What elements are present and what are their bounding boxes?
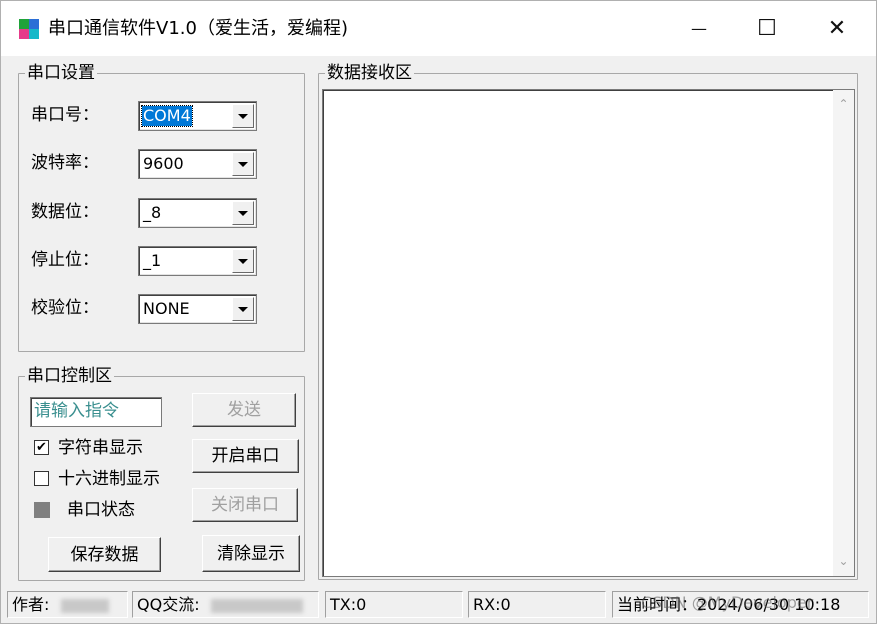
string-display-label: 字符串显示 xyxy=(58,438,143,458)
parity-value: NONE xyxy=(143,299,190,318)
chevron-down-icon[interactable] xyxy=(232,201,254,225)
status-author: 作者: xyxy=(7,591,128,618)
watermark: CSDN @MyDeveloper xyxy=(641,593,814,612)
send-button[interactable]: 发送 xyxy=(192,393,296,427)
baud-label: 波特率： xyxy=(31,153,99,173)
clear-display-button[interactable]: 清除显示 xyxy=(202,535,300,572)
chevron-down-icon[interactable] xyxy=(232,104,254,128)
stopbits-label: 停止位： xyxy=(31,250,99,270)
port-combo[interactable]: COM4 xyxy=(138,101,257,131)
string-display-checkbox[interactable]: ✔ xyxy=(34,440,49,455)
title-bar[interactable]: 串口通信软件V1.0（爱生活，爱编程) — ☐ ✕ xyxy=(1,1,876,56)
scroll-up-icon[interactable]: ⌃ xyxy=(837,98,850,111)
scroll-down-icon[interactable]: ⌄ xyxy=(837,555,850,568)
parity-label: 校验位： xyxy=(31,298,99,318)
close-button[interactable]: ✕ xyxy=(802,1,872,56)
hex-display-label: 十六进制显示 xyxy=(58,469,160,489)
maximize-button[interactable]: ☐ xyxy=(732,1,802,56)
status-tx: TX:0 xyxy=(325,591,463,618)
baud-value: 9600 xyxy=(143,154,184,173)
save-data-button[interactable]: 保存数据 xyxy=(48,537,161,572)
databits-combo[interactable]: _8 xyxy=(138,198,257,228)
chevron-down-icon[interactable] xyxy=(232,152,254,176)
app-icon xyxy=(19,19,39,39)
port-value: COM4 xyxy=(141,105,193,127)
author-redacted xyxy=(60,598,109,613)
qq-redacted xyxy=(210,598,303,613)
receive-textarea[interactable]: ⌃ ⌄ xyxy=(322,89,855,577)
parity-combo[interactable]: NONE xyxy=(138,294,257,324)
stopbits-value: _1 xyxy=(143,251,162,270)
window-title: 串口通信软件V1.0（爱生活，爱编程) xyxy=(48,18,348,39)
qq-label: QQ交流: xyxy=(137,595,200,614)
status-qq: QQ交流: xyxy=(132,591,319,618)
port-status-label: 串口状态 xyxy=(67,500,135,520)
receive-area-legend: 数据接收区 xyxy=(327,63,412,83)
close-port-button[interactable]: 关闭串口 xyxy=(192,488,298,522)
port-status-indicator xyxy=(34,502,50,518)
databits-value: _8 xyxy=(143,203,162,222)
command-input[interactable]: 请输入指令 xyxy=(30,397,162,427)
serial-settings-legend: 串口设置 xyxy=(27,63,95,83)
chevron-down-icon[interactable] xyxy=(232,297,254,321)
stopbits-combo[interactable]: _1 xyxy=(138,246,257,276)
databits-label: 数据位： xyxy=(31,202,99,222)
serial-control-legend: 串口控制区 xyxy=(27,366,112,386)
chevron-down-icon[interactable] xyxy=(232,249,254,273)
minimize-button[interactable]: — xyxy=(664,1,734,56)
port-label: 串口号： xyxy=(31,105,99,125)
open-port-button[interactable]: 开启串口 xyxy=(192,439,299,473)
close-icon: ✕ xyxy=(827,16,847,41)
status-rx: RX:0 xyxy=(468,591,606,618)
hex-display-checkbox[interactable] xyxy=(34,471,49,486)
baud-combo[interactable]: 9600 xyxy=(138,149,257,179)
author-label: 作者: xyxy=(12,595,50,614)
main-window: 串口通信软件V1.0（爱生活，爱编程) — ☐ ✕ 串口设置 串口号： COM4… xyxy=(0,0,877,624)
receive-scrollbar[interactable]: ⌃ ⌄ xyxy=(833,90,854,576)
minimize-icon: — xyxy=(691,19,707,38)
maximize-icon: ☐ xyxy=(757,16,777,41)
